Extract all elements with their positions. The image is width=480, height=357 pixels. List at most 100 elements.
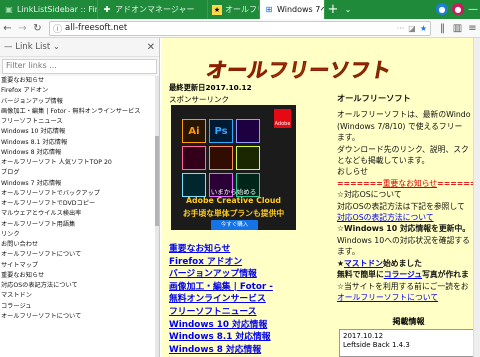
win10-line: ☆Windows 10 対応情報を更新中。: [337, 224, 471, 234]
sidebar: — Link List ⌄ ✕ Filter links ... 重要なお知らせ…: [0, 38, 160, 357]
tab-label: アドオンマネージャー: [115, 5, 195, 14]
sidebar-link-item[interactable]: マルウェアとウイルス検出率: [0, 209, 156, 219]
url-bar[interactable]: ⓘ all-freesoft.net ··· ◪ ★: [49, 20, 431, 36]
account-icon[interactable]: ●: [436, 3, 448, 15]
photoshop-icon: Ps: [209, 119, 233, 143]
os-line: 対応OSの表記方法は下記を参照して: [337, 201, 465, 211]
intro-line: おしらせ: [337, 167, 369, 177]
sidebar-link-item[interactable]: マストドン: [0, 291, 156, 301]
filter-input[interactable]: Filter links ...: [2, 59, 157, 74]
link-fotor-2[interactable]: 無料オンラインサービス: [169, 293, 329, 306]
new-tab-button[interactable]: +: [325, 0, 341, 19]
pub-item[interactable]: Leftside Back 1.4.3: [343, 341, 476, 350]
site-icon: ★: [212, 4, 222, 15]
back-icon[interactable]: ←: [0, 21, 15, 36]
tab-label: LinkListSidebar :: Firefox 向けア: [17, 5, 98, 14]
sidebar-link-item[interactable]: お問い合わせ: [0, 240, 156, 250]
sidebar-link-item[interactable]: オールフリーソフトについて: [0, 250, 156, 260]
sidebar-link-item[interactable]: コラージュ: [0, 302, 156, 312]
info-icon[interactable]: ⓘ: [53, 22, 62, 35]
sidebar-link-item[interactable]: 重要なお知らせ: [0, 76, 156, 86]
link-important-notice[interactable]: 重要なお知らせ: [169, 243, 329, 256]
illustrator-icon: Ai: [182, 119, 206, 143]
sidebar-title[interactable]: — Link List ⌄: [4, 42, 60, 52]
link-fotor[interactable]: 画像加工・編集 | Fotor -: [169, 281, 329, 294]
profile-icon[interactable]: ●: [452, 3, 464, 15]
link-version-up[interactable]: バージョンアップ情報: [169, 268, 329, 281]
link-win81[interactable]: Windows 8.1 対応情報: [169, 331, 329, 344]
sidebar-link-item[interactable]: オールフリーソフトでバックアップ: [0, 189, 156, 199]
tab-allfreesoft[interactable]: ★ オールフリーソフト: [208, 0, 260, 19]
sidebar-link-item[interactable]: オールフリーソフトについて: [0, 312, 156, 322]
tab-bar: ▣ LinkListSidebar :: Firefox 向けア ✚ アドオンマ…: [0, 0, 480, 19]
link-win8[interactable]: Windows 8 対応情報: [169, 344, 329, 357]
bookmark-star-icon[interactable]: ★: [420, 24, 427, 33]
publication-box: 2017.10.12 Leftside Back 1.4.3: [339, 329, 480, 357]
tab-addon-manager[interactable]: ✚ アドオンマネージャー: [98, 0, 208, 19]
sidebar-header: — Link List ⌄ ✕: [0, 38, 159, 57]
win10-sub2: ます。: [337, 247, 360, 257]
os-notation-link[interactable]: 対応OSの表記方法について: [337, 212, 480, 223]
page-actions-icon[interactable]: ···: [397, 24, 405, 33]
intro-column: オールフリーソフト オールフリーソフトは、最新のWindo (Windows 7…: [337, 93, 480, 303]
sponsor-label: スポンサーリンク: [169, 95, 229, 104]
app-icon: [236, 119, 260, 143]
sidebar-link-item[interactable]: サイトマップ: [0, 261, 156, 271]
menu-icon[interactable]: ≡: [465, 21, 480, 36]
site-logo[interactable]: オールフリーソフト: [204, 54, 394, 83]
sidebar-link-item[interactable]: 画像加工・編集 | Fotor - 無料オンラインサービス: [0, 107, 156, 117]
tab-windows7[interactable]: ⊞ Windows 7ペ ✕: [260, 0, 325, 19]
link-firefox-addon[interactable]: Firefox アドオン: [169, 256, 329, 269]
page-content: オールフリーソフト 最終更新日2017.10.12 スポンサーリンク Adobe…: [161, 38, 480, 357]
tab-linklistsidebar[interactable]: ▣ LinkListSidebar :: Firefox 向けア: [0, 0, 98, 19]
last-updated: 最終更新日2017.10.12: [169, 83, 252, 92]
publication-heading: 掲載情報: [392, 317, 425, 326]
adobe-ad-banner[interactable]: Adobe Ai Ps いまから始める Adobe Creative Cloud…: [171, 105, 296, 230]
link-freesoft-news[interactable]: フリーソフトニュース: [169, 306, 329, 319]
windows-icon: ⊞: [265, 5, 273, 14]
sidebar-icon[interactable]: ▥: [450, 21, 465, 36]
intro-line: ます。: [337, 133, 360, 143]
sidebar-link-item[interactable]: 対応OSの表記方法について: [0, 281, 156, 291]
sidebar-link-item[interactable]: Windows 8.1 対応情報: [0, 138, 156, 148]
pub-date: 2017.10.12: [343, 332, 384, 340]
mastodon-line: ★マストドン始めました: [337, 258, 422, 268]
collage-link[interactable]: コラージュ: [384, 270, 422, 279]
sidebar-link-item[interactable]: バージョンアップ情報: [0, 97, 156, 107]
app-icon: [182, 146, 206, 170]
intro-line: となども掲載しています。: [337, 156, 430, 166]
page-scrollbar[interactable]: [473, 38, 480, 357]
sidebar-link-item[interactable]: 重要なお知らせ: [0, 271, 156, 281]
close-icon[interactable]: ✕: [147, 42, 155, 53]
forward-icon[interactable]: →: [15, 21, 30, 36]
notice-read-line: ☆当サイトを利用する前にご一読をお: [337, 281, 469, 291]
sidebar-link-item[interactable]: Windows 7 対応情報: [0, 179, 156, 189]
minimize-button[interactable]: —: [466, 0, 480, 19]
link-win10[interactable]: Windows 10 対応情報: [169, 319, 329, 332]
sidebar-link-item[interactable]: オールフリーソフト用語集: [0, 220, 156, 230]
sidebar-link-item[interactable]: Windows 10 対応情報: [0, 127, 156, 137]
intro-line: オールフリーソフトは、最新のWindo: [337, 110, 471, 120]
about-link[interactable]: オールフリーソフトについて: [337, 292, 480, 303]
library-icon[interactable]: ‖: [435, 21, 450, 36]
tab-list-chevron-icon[interactable]: ⌄: [341, 0, 355, 19]
sidebar-link-item[interactable]: ブログ: [0, 168, 156, 178]
scrollbar-thumb[interactable]: [155, 136, 159, 226]
sidebar-link-item[interactable]: リンク: [0, 230, 156, 240]
nav-bar: ← → ↻ ⓘ all-freesoft.net ··· ◪ ★ ‖ ▥ ≡: [0, 19, 480, 38]
link-list: 重要なお知らせ Firefox アドオン バージョンアップ情報 画像加工・編集 | F…: [0, 76, 156, 357]
reload-icon[interactable]: ↻: [30, 21, 45, 36]
pocket-icon[interactable]: ◪: [408, 24, 416, 33]
mastodon-link[interactable]: マストドン: [344, 259, 383, 268]
ad-line3: お手頃な単体プランも提供中: [182, 209, 285, 218]
sidebar-link-item[interactable]: オールフリーソフト 人気ソフトTOP 20: [0, 158, 156, 168]
sidebar-link-item[interactable]: Firefox アドオン: [0, 86, 156, 96]
sidebar-link-item[interactable]: オールフリーソフトでDVDコピー: [0, 199, 156, 209]
main-links: 重要なお知らせ Firefox アドオン バージョンアップ情報 画像加工・編集 …: [169, 243, 329, 356]
sidebar-link-item[interactable]: フリーソフトニュース: [0, 117, 156, 127]
tab-label: オールフリーソフト: [225, 5, 259, 14]
ad-buy-button[interactable]: 今すぐ購入: [211, 220, 258, 230]
sidebar-link-item[interactable]: Windows 8 対応情報: [0, 148, 156, 158]
notice-link[interactable]: 重要なお知らせ: [383, 179, 437, 188]
sidebar-scrollbar[interactable]: [155, 76, 159, 357]
